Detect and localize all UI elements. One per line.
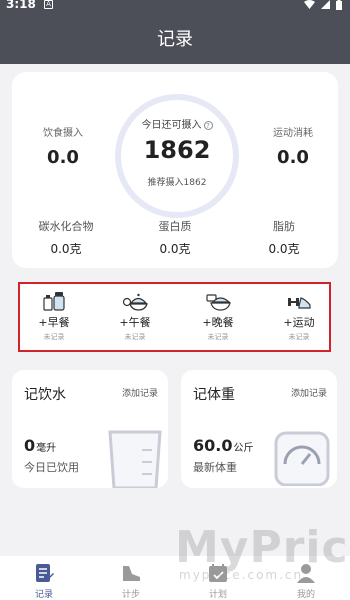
meal-label: +午餐	[119, 316, 151, 329]
tab-label: 我的	[296, 590, 315, 600]
calendar-icon	[209, 564, 227, 582]
meal-status: 未记录	[207, 333, 229, 341]
exercise-burn-label: 运动消耗	[273, 128, 313, 139]
bottom-tab-bar: 记录 计步 计划 我的	[0, 556, 350, 600]
food-intake-value: 0.0	[47, 147, 79, 168]
dinner-icon	[206, 294, 231, 311]
meal-status: 未记录	[43, 333, 65, 341]
tab-plan[interactable]: 计划	[183, 562, 253, 600]
tab-label: 计划	[208, 590, 227, 600]
weight-card[interactable]: 记体重 添加记录 60.0公斤 最新体重	[181, 370, 337, 488]
page-title: 记录	[157, 29, 193, 50]
meal-label: +晚餐	[202, 316, 234, 329]
water-sub: 今日已饮用	[24, 461, 79, 474]
shoe-icon	[123, 566, 140, 581]
breakfast-icon	[43, 292, 65, 311]
exercise-burn-value: 0.0	[277, 147, 309, 168]
tab-label: 计步	[121, 590, 140, 600]
macro-fat: 脂肪 0.0克	[234, 218, 334, 257]
remaining-value: 1862	[143, 136, 211, 164]
water-card[interactable]: 记饮水 添加记录 0毫升 今日已饮用	[12, 370, 168, 488]
macro-label: 碳水化合物	[38, 220, 94, 233]
wifi-icon	[304, 0, 315, 9]
scale-icon	[274, 431, 330, 486]
food-intake-label: 饮食摄入	[43, 128, 83, 139]
meal-entry-row: +早餐 未记录 +午餐 未记录 +晚餐 未记录 +运动 未记录	[18, 282, 331, 352]
notification-icon: A	[44, 0, 53, 9]
water-cup-icon	[108, 430, 162, 488]
tab-record[interactable]: 记录	[9, 562, 79, 600]
meal-breakfast-button[interactable]: +早餐 未记录	[24, 290, 84, 342]
app-header: 记录	[0, 12, 350, 64]
weight-unit: 公斤	[233, 443, 254, 454]
water-add-record-button[interactable]: 添加记录	[122, 386, 158, 399]
status-time: 3:18	[6, 0, 36, 11]
water-card-title: 记饮水	[24, 387, 66, 403]
tab-profile[interactable]: 我的	[271, 562, 341, 600]
battery-icon	[336, 0, 342, 10]
weight-amount: 60.0	[193, 436, 233, 455]
meal-status: 未记录	[124, 333, 146, 341]
recommended-intake: 推荐摄入1862	[147, 178, 207, 188]
macro-value: 0.0克	[159, 242, 191, 256]
remaining-label: 今日还可摄入?	[121, 116, 233, 131]
tab-steps[interactable]: 计步	[96, 562, 166, 600]
water-amount: 0	[24, 436, 36, 455]
status-indicators	[304, 0, 342, 10]
record-icon	[36, 564, 54, 582]
macro-carbs: 碳水化合物 0.0克	[16, 218, 116, 257]
macro-value: 0.0克	[50, 242, 82, 256]
macro-value: 0.0克	[268, 242, 300, 256]
weight-sub: 最新体重	[193, 461, 237, 474]
macro-protein: 蛋白质 0.0克	[125, 218, 225, 257]
weight-value: 60.0公斤	[193, 436, 253, 455]
exercise-icon	[288, 297, 311, 309]
meal-status: 未记录	[288, 333, 310, 341]
meal-label: +早餐	[38, 316, 70, 329]
food-intake: 饮食摄入 0.0	[34, 124, 92, 168]
macro-label: 蛋白质	[158, 220, 192, 233]
remaining-calories-ring[interactable]: 今日还可摄入? 1862 推荐摄入1862	[115, 94, 239, 218]
weight-add-record-button[interactable]: 添加记录	[291, 386, 327, 399]
signal-icon	[321, 0, 330, 9]
water-value: 0毫升	[24, 436, 56, 455]
exercise-burn: 运动消耗 0.0	[262, 124, 324, 168]
status-bar: 3:18 A	[0, 0, 350, 12]
tab-label: 记录	[34, 590, 53, 600]
help-icon[interactable]: ?	[203, 120, 213, 130]
macro-label: 脂肪	[273, 220, 295, 233]
meal-lunch-button[interactable]: +午餐 未记录	[105, 290, 165, 342]
remaining-label-text: 今日还可摄入	[141, 120, 202, 131]
weight-card-title: 记体重	[193, 387, 235, 403]
lunch-icon	[122, 293, 148, 311]
profile-icon	[297, 564, 315, 583]
meal-dinner-button[interactable]: +晚餐 未记录	[188, 290, 248, 342]
meal-exercise-button[interactable]: +运动 未记录	[269, 290, 329, 342]
meal-label: +运动	[283, 316, 315, 329]
water-unit: 毫升	[36, 443, 57, 454]
calorie-summary-card: 饮食摄入 0.0 今日还可摄入? 1862 推荐摄入1862 运动消耗 0.0 …	[12, 72, 338, 268]
